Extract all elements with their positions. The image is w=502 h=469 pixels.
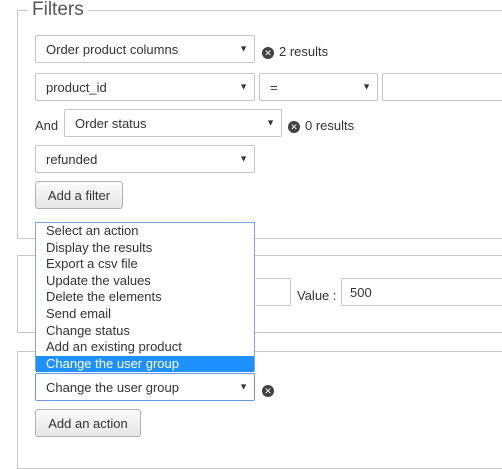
chevron-down-icon: ▼ — [266, 117, 275, 128]
action-option[interactable]: Change the user group — [36, 355, 254, 373]
action-option[interactable]: Send email — [36, 306, 254, 323]
chevron-down-icon: ▼ — [362, 81, 371, 92]
action-option[interactable]: Display the results — [36, 240, 254, 257]
action-option[interactable]: Add an existing product — [36, 339, 254, 356]
filter-status-value-select-value: refunded — [46, 151, 98, 167]
filter-status-select-value: Order status — [75, 115, 147, 131]
add-action-button[interactable]: Add an action — [35, 409, 141, 437]
action-dropdown-list: Select an action Display the results Expor… — [35, 222, 255, 373]
filter-results-count: 0 results — [305, 118, 355, 133]
action-option[interactable]: Delete the elements — [36, 289, 254, 306]
filter-operator-select[interactable]: = ▼ — [259, 73, 378, 101]
action-select[interactable]: Change the user group ▼ — [35, 373, 255, 401]
chevron-down-icon: ▼ — [239, 81, 248, 92]
filter-field-select-value: product_id — [46, 79, 107, 95]
action-option[interactable]: Update the values — [36, 273, 254, 290]
and-label: And — [35, 118, 59, 133]
filter-results-count: 2 results — [279, 44, 329, 59]
remove-filter-icon[interactable]: ✕ — [262, 47, 274, 59]
filter-column-select[interactable]: Order product columns ▼ — [35, 35, 255, 63]
action-option[interactable]: Select an action — [36, 223, 254, 240]
action-option[interactable]: Export a csv file — [36, 256, 254, 273]
filter-status-value-select[interactable]: refunded ▼ — [35, 145, 255, 173]
filter-value-input[interactable] — [382, 73, 502, 101]
filter-operator-select-value: = — [270, 79, 278, 95]
filters-title: Filters — [32, 0, 84, 20]
add-filter-button[interactable]: Add a filter — [35, 181, 123, 209]
value-label: Value : — [297, 288, 337, 303]
action-option[interactable]: Change status — [36, 323, 254, 340]
update-field-input[interactable] — [255, 278, 291, 306]
filter-field-select[interactable]: product_id ▼ — [35, 73, 255, 101]
chevron-down-icon: ▼ — [239, 43, 248, 54]
chevron-down-icon: ▼ — [239, 153, 248, 164]
chevron-down-icon: ▼ — [239, 381, 248, 392]
remove-filter-icon[interactable]: ✕ — [288, 121, 300, 133]
filter-status-select[interactable]: Order status ▼ — [64, 109, 282, 137]
filter-column-select-value: Order product columns — [46, 41, 179, 57]
remove-action-icon[interactable]: ✕ — [262, 385, 274, 397]
action-select-value: Change the user group — [46, 379, 179, 395]
value-input[interactable]: 500 — [341, 278, 502, 306]
